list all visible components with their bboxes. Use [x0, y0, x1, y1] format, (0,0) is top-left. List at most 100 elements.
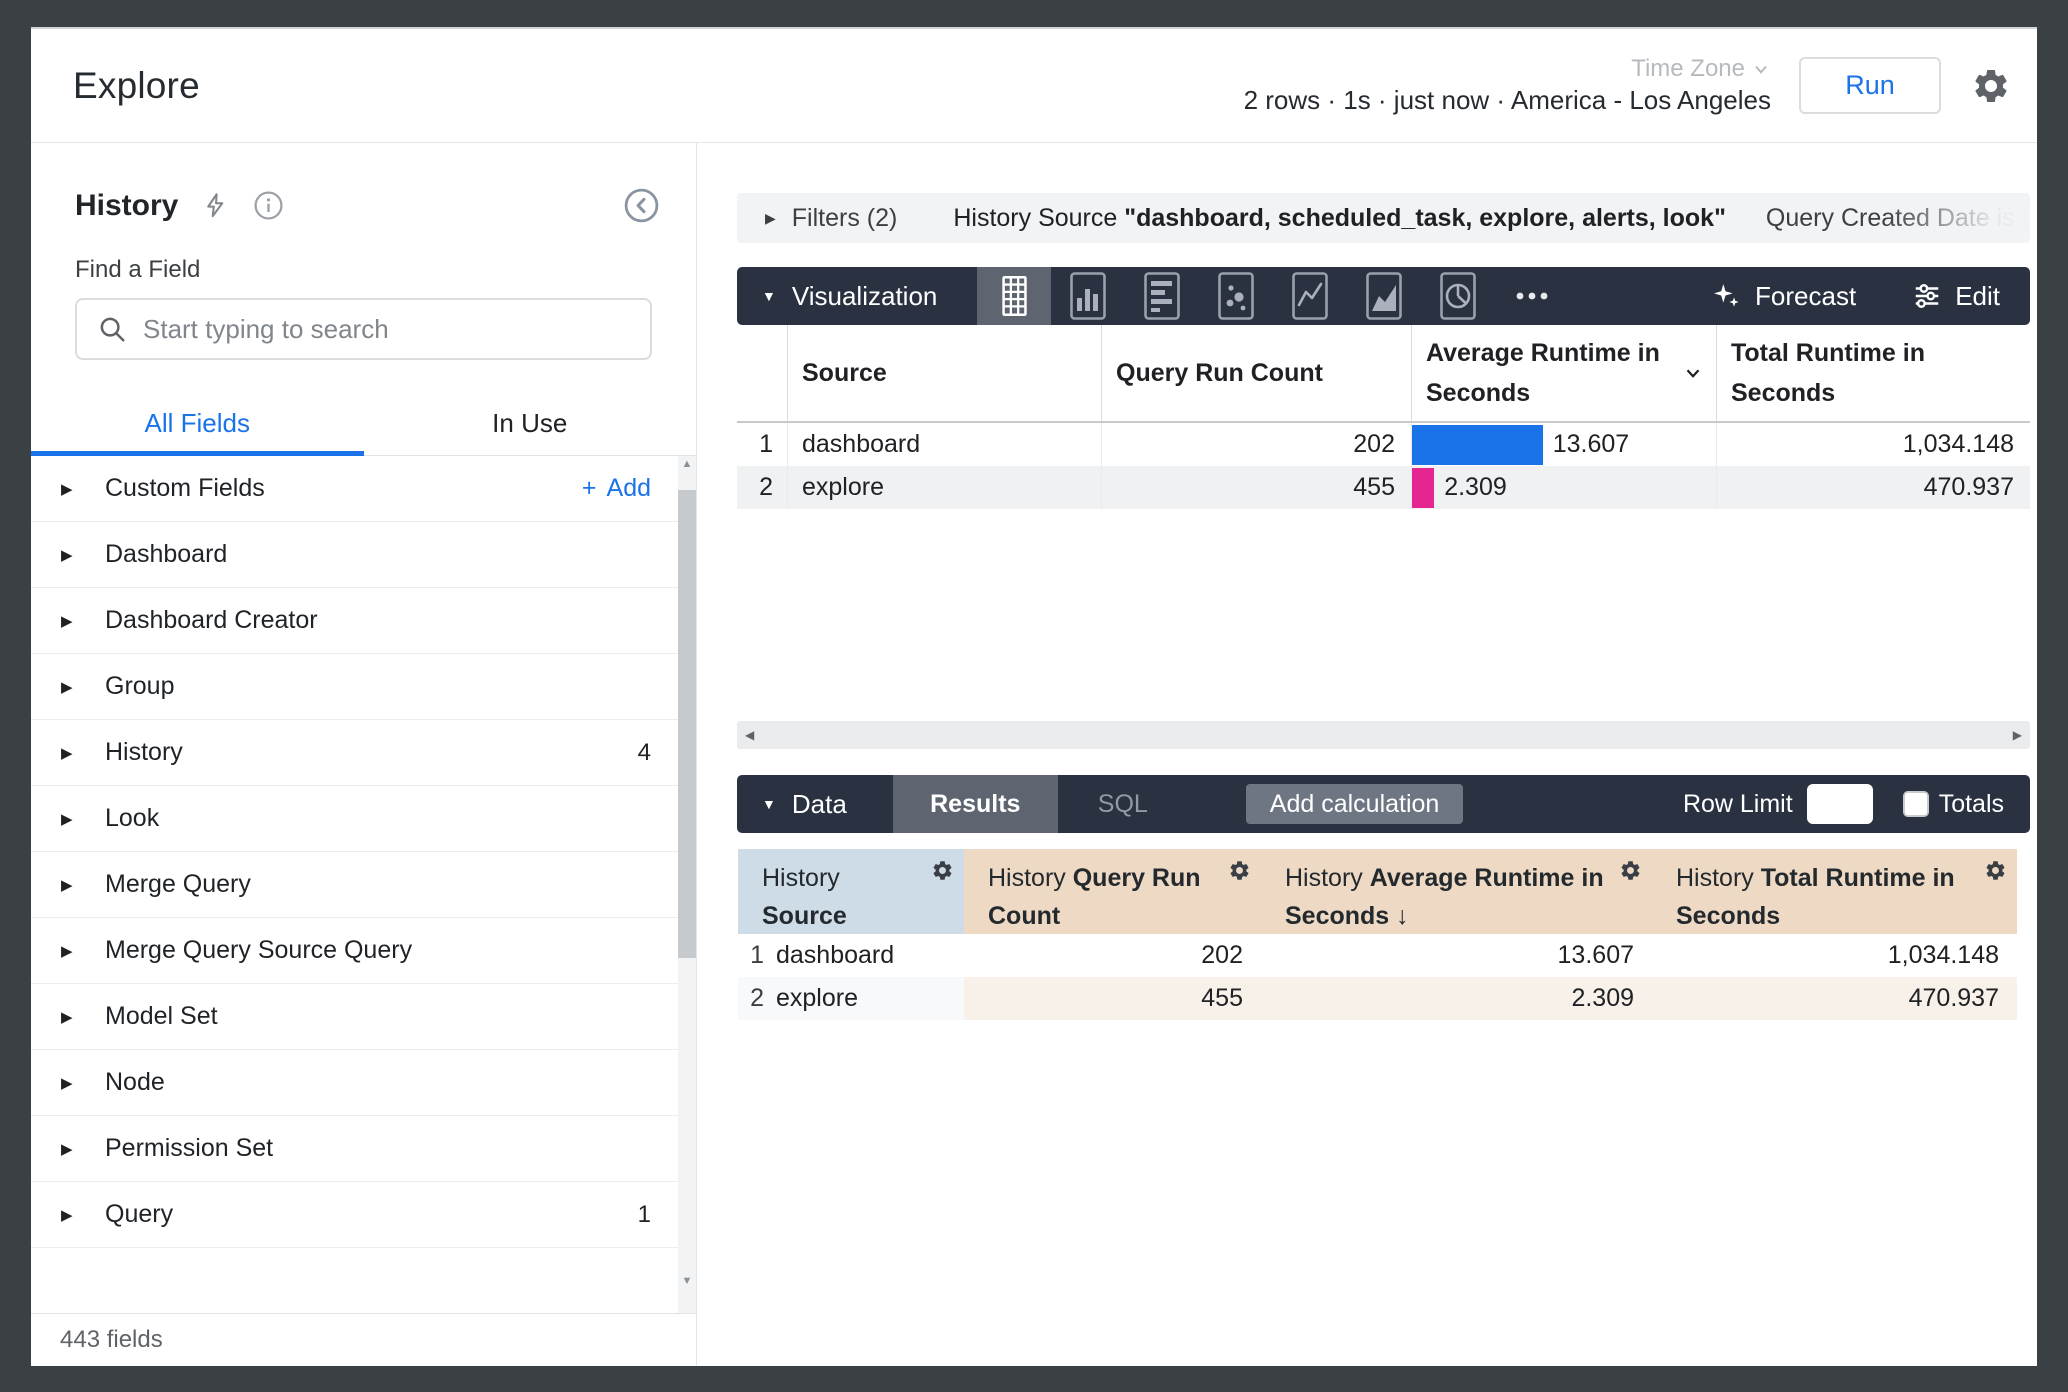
- cell-query-run-count[interactable]: 202: [1101, 423, 1411, 466]
- col-header-source[interactable]: Source: [787, 325, 1101, 421]
- cell-source[interactable]: 2explore: [738, 977, 964, 1020]
- caret-right-icon[interactable]: ▶: [61, 1206, 77, 1224]
- tab-results[interactable]: Results: [893, 775, 1058, 833]
- cell-query-run-count[interactable]: 202: [964, 934, 1261, 977]
- horizontal-scrollbar[interactable]: ◀ ▶: [737, 721, 2030, 749]
- tab-in-use[interactable]: In Use: [364, 394, 697, 455]
- scatter-plot-icon: [1218, 272, 1254, 320]
- gear-icon[interactable]: [931, 859, 954, 882]
- field-group-merge-query-source-query[interactable]: ▶Merge Query Source Query: [31, 918, 696, 984]
- scroll-right-icon[interactable]: ▶: [2013, 728, 2022, 742]
- caret-right-icon[interactable]: ▶: [61, 810, 77, 828]
- visualization-label[interactable]: Visualization: [792, 281, 938, 312]
- viz-type-pie-button[interactable]: [1421, 267, 1495, 325]
- caret-right-icon[interactable]: ▶: [61, 480, 77, 498]
- caret-right-icon[interactable]: ▶: [61, 612, 77, 630]
- caret-down-icon[interactable]: ▼: [762, 796, 776, 812]
- field-group-dashboard[interactable]: ▶Dashboard: [31, 522, 696, 588]
- row-number: 2: [738, 984, 764, 1013]
- lightning-icon[interactable]: [202, 192, 229, 219]
- caret-down-icon[interactable]: ▼: [762, 288, 776, 304]
- viz-type-table-button[interactable]: [977, 267, 1051, 325]
- cell-avg-runtime[interactable]: 2.309: [1261, 977, 1652, 1020]
- filter-history-source[interactable]: History Source "dashboard, scheduled_tas…: [953, 204, 1726, 233]
- add-custom-field-button[interactable]: +Add: [582, 474, 651, 503]
- cell-total-runtime[interactable]: 1,034.148: [1652, 934, 2017, 977]
- gear-icon[interactable]: [1984, 859, 2007, 882]
- data-col-header-total-runtime[interactable]: History Total Runtime in Seconds: [1652, 849, 2017, 934]
- field-group-query[interactable]: ▶Query1: [31, 1182, 696, 1248]
- field-group-permission-set[interactable]: ▶Permission Set: [31, 1116, 696, 1182]
- caret-right-icon[interactable]: ▶: [61, 942, 77, 960]
- field-group-look[interactable]: ▶Look: [31, 786, 696, 852]
- caret-right-icon[interactable]: ▶: [61, 876, 77, 894]
- timezone-selector[interactable]: Time Zone: [1631, 55, 1771, 83]
- viz-type-area-button[interactable]: [1347, 267, 1421, 325]
- data-col-header-avg-runtime[interactable]: History Average Runtime in Seconds ↓: [1261, 849, 1652, 934]
- collapse-panel-icon[interactable]: [623, 187, 660, 224]
- cell-query-run-count[interactable]: 455: [964, 977, 1261, 1020]
- row-limit-input[interactable]: [1807, 784, 1873, 824]
- run-button[interactable]: Run: [1799, 57, 1941, 114]
- data-col-header-query-run-count[interactable]: History Query Run Count: [964, 849, 1261, 934]
- sort-chevron-icon[interactable]: [1682, 362, 1704, 384]
- explore-settings-button[interactable]: [1971, 66, 2011, 106]
- col-header-query-run-count[interactable]: Query Run Count: [1101, 325, 1411, 421]
- row-number: 1: [737, 423, 787, 466]
- sidebar-scrollbar[interactable]: ▲ ▼: [678, 456, 696, 1313]
- cell-source[interactable]: explore: [787, 466, 1101, 509]
- viz-type-column-button[interactable]: [1051, 267, 1125, 325]
- caret-right-icon[interactable]: ▶: [765, 210, 776, 227]
- caret-right-icon[interactable]: ▶: [61, 546, 77, 564]
- caret-right-icon[interactable]: ▶: [61, 1074, 77, 1092]
- scrollbar-thumb[interactable]: [678, 490, 696, 958]
- field-group-group[interactable]: ▶Group: [31, 654, 696, 720]
- gear-icon[interactable]: [1619, 859, 1642, 882]
- scroll-up-icon[interactable]: ▲: [678, 458, 696, 470]
- filter-query-created-date[interactable]: Query Created Date is in the: [1766, 204, 2030, 233]
- caret-right-icon[interactable]: ▶: [61, 678, 77, 696]
- scroll-down-icon[interactable]: ▼: [678, 1275, 696, 1287]
- col-header-total-runtime[interactable]: Total Runtime in Seconds: [1716, 325, 2030, 421]
- data-col-header-source[interactable]: History Source: [738, 849, 964, 934]
- field-count-footer: 443 fields: [31, 1313, 696, 1366]
- viz-type-line-button[interactable]: [1273, 267, 1347, 325]
- add-calculation-button[interactable]: Add calculation: [1246, 784, 1464, 824]
- tab-all-fields[interactable]: All Fields: [31, 394, 364, 455]
- cell-query-run-count[interactable]: 455: [1101, 466, 1411, 509]
- row-number: 2: [737, 466, 787, 509]
- cell-avg-runtime[interactable]: 2.309: [1411, 466, 1716, 509]
- field-group-node[interactable]: ▶Node: [31, 1050, 696, 1116]
- info-icon[interactable]: [253, 190, 284, 221]
- cell-total-runtime[interactable]: 1,034.148: [1716, 423, 2030, 466]
- field-search-input[interactable]: [143, 314, 630, 345]
- gear-icon[interactable]: [1228, 859, 1251, 882]
- tab-sql[interactable]: SQL: [1058, 775, 1188, 833]
- field-group-model-set[interactable]: ▶Model Set: [31, 984, 696, 1050]
- cell-total-runtime[interactable]: 470.937: [1716, 466, 2030, 509]
- viz-table-header: Source Query Run Count Average Runtime i…: [737, 325, 2030, 423]
- cell-source[interactable]: dashboard: [787, 423, 1101, 466]
- cell-avg-runtime[interactable]: 13.607: [1261, 934, 1652, 977]
- edit-viz-button[interactable]: Edit: [1912, 281, 2000, 312]
- caret-right-icon[interactable]: ▶: [61, 1008, 77, 1026]
- cell-avg-runtime[interactable]: 13.607: [1411, 423, 1716, 466]
- totals-checkbox[interactable]: [1903, 791, 1929, 817]
- viz-type-more-button[interactable]: [1495, 267, 1569, 325]
- col-header-avg-runtime[interactable]: Average Runtime in Seconds: [1411, 325, 1716, 421]
- forecast-button[interactable]: Forecast: [1710, 280, 1856, 312]
- scroll-left-icon[interactable]: ◀: [745, 728, 754, 742]
- cell-total-runtime[interactable]: 470.937: [1652, 977, 2017, 1020]
- field-group-history[interactable]: ▶History4: [31, 720, 696, 786]
- data-table: History Source History Query Run Count H…: [738, 849, 2017, 1020]
- field-group-merge-query[interactable]: ▶Merge Query: [31, 852, 696, 918]
- field-group-dashboard-creator[interactable]: ▶Dashboard Creator: [31, 588, 696, 654]
- caret-right-icon[interactable]: ▶: [61, 1140, 77, 1158]
- cell-source[interactable]: 1dashboard: [738, 934, 964, 977]
- data-label[interactable]: Data: [792, 789, 847, 820]
- viz-type-bar-button[interactable]: [1125, 267, 1199, 325]
- caret-right-icon[interactable]: ▶: [61, 744, 77, 762]
- viz-type-scatter-button[interactable]: [1199, 267, 1273, 325]
- filters-toggle[interactable]: Filters (2): [792, 204, 898, 233]
- field-group-custom-fields[interactable]: ▶ Custom Fields +Add: [31, 456, 696, 522]
